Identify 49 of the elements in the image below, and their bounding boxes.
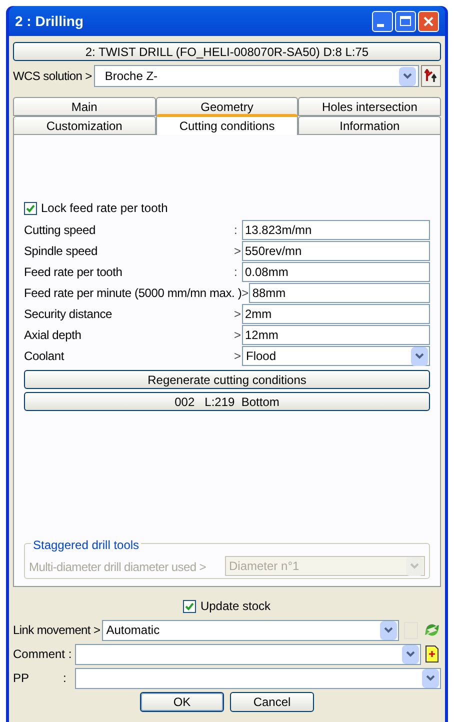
action-button[interactable]: Regenerate cutting conditions — [24, 370, 430, 389]
close-icon[interactable] — [418, 10, 439, 32]
input-field[interactable]: 2mm — [242, 304, 430, 324]
axis-icon[interactable] — [421, 65, 441, 87]
coolant-dropdown[interactable]: Flood — [242, 346, 430, 366]
comment-label: Comment : — [13, 646, 73, 663]
link-movement-dropdown[interactable]: Automatic — [102, 620, 399, 640]
tool-button[interactable]: 2: TWIST DRILL (FO_HELI-008070R-SA50) D:8 L:75 — [13, 42, 441, 61]
minimize-icon[interactable] — [372, 10, 393, 32]
action-button[interactable]: 002 L:219 Bottom — [24, 392, 430, 411]
field-label: Multi-diameter drill diameter used > — [29, 559, 207, 576]
wcs-dropdown[interactable]: Broche Z- — [94, 65, 419, 87]
field-label: Coolant — [24, 348, 66, 365]
input-field[interactable]: 13.823m/mn — [242, 220, 430, 240]
dialog-button[interactable]: OK — [140, 692, 224, 712]
checkbox[interactable] — [24, 202, 37, 214]
tab[interactable]: Customization — [13, 116, 156, 135]
field-label: Security distance — [24, 306, 113, 323]
checkbox-label: Lock feed rate per tooth — [41, 200, 168, 217]
field-label: Feed rate per tooth — [24, 264, 124, 281]
field-label: Cutting speed — [24, 222, 96, 239]
input-field[interactable]: 0.08mm — [242, 262, 430, 282]
field-separator: > — [242, 285, 250, 302]
checkbox[interactable] — [183, 600, 196, 612]
tab[interactable]: Main — [13, 97, 156, 116]
maximize-icon[interactable] — [395, 10, 416, 32]
add-note-icon[interactable] — [423, 644, 441, 664]
input-field[interactable]: 12mm — [242, 325, 430, 345]
tab[interactable]: Information — [298, 116, 442, 135]
field-separator: : — [234, 264, 238, 281]
pp-label: PP — [13, 670, 30, 687]
field-separator: : — [234, 222, 238, 239]
dialog-button[interactable]: Cancel — [230, 692, 314, 712]
field-label: Spindle speed — [24, 243, 98, 260]
field-separator: > — [234, 243, 242, 260]
pp-separator: : — [63, 670, 68, 687]
input-field[interactable]: 88mm — [249, 283, 430, 303]
field-label: Axial depth — [24, 327, 82, 344]
input-field[interactable]: 550rev/mn — [242, 241, 430, 261]
field-label: Feed rate per minute (5000 mm/mn max. ) — [24, 285, 242, 302]
tab[interactable]: Cutting conditions — [156, 114, 298, 135]
link-movement-label: Link movement > — [13, 622, 100, 639]
wcs-label: WCS solution > — [13, 68, 92, 85]
field-separator: > — [234, 348, 242, 365]
checkbox-label: Update stock — [200, 598, 271, 615]
field-separator: > — [234, 327, 242, 344]
tab[interactable]: Holes intersection — [298, 97, 442, 116]
window-title: 2 : Drilling — [15, 12, 84, 31]
field-separator: > — [234, 306, 242, 323]
